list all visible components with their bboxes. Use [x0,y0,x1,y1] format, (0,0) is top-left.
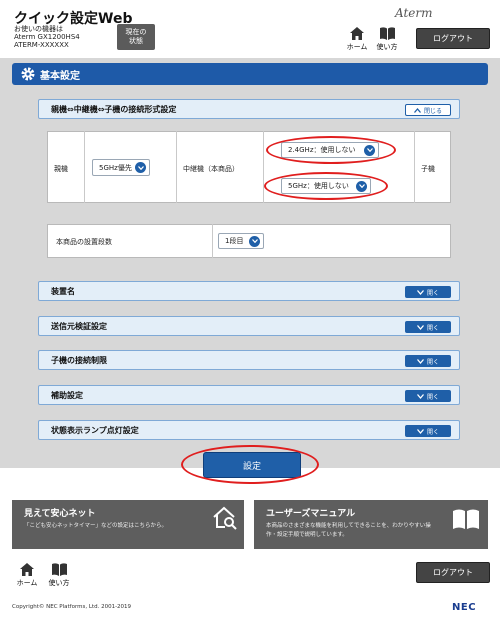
child-label: 子機 [421,165,435,173]
home-button[interactable]: ホーム [344,26,370,52]
footer-help-button[interactable]: 使い方 [46,562,72,588]
highlight-circle [181,445,319,484]
highlight-circle [266,136,396,164]
house-search-icon [213,506,237,530]
open-section-button[interactable]: 開く [405,390,451,402]
divider [212,224,213,258]
mieru-anshin-net-link[interactable]: 見えて安心ネット 「こども安心ネットタイマー」などの設定はこちらから。 [12,500,244,549]
users-manual-link[interactable]: ユーザーズマニュアル 本商品のさまざまな機能を利用してできることを、わかりやすい… [254,500,488,549]
device-name-section[interactable]: 装置名 開く [38,281,460,301]
lamp-setting-section[interactable]: 状態表示ランプ点灯設定 開く [38,420,460,440]
footer-home-button[interactable]: ホーム [14,562,40,588]
gear-icon [21,67,35,81]
open-section-button[interactable]: 開く [405,286,451,298]
divider [414,131,415,203]
parent-label: 親機 [54,165,68,173]
stages-select[interactable]: 1段目 [218,233,264,249]
logout-button[interactable]: ログアウト [416,28,490,49]
device-id: ATERM-XXXXXX [14,41,69,49]
chevron-down-icon [416,289,424,295]
divider [84,131,85,203]
open-book-icon [453,509,479,529]
chevron-down-icon [416,428,424,434]
stages-label: 本商品の設置段数 [56,238,112,246]
connection-section-title: 親機⇔中継機⇔子機の接続形式設定 [51,105,177,114]
home-icon [350,27,364,40]
home-icon [20,563,34,576]
copyright-text: Copyright© NEC Platforms, Ltd. 2001-2019 [12,604,132,610]
parent-band-select[interactable]: 5GHz優先 [92,159,150,176]
source-verify-section[interactable]: 送信元検証設定 開く [38,316,460,336]
chevron-down-icon [135,162,146,173]
chevron-down-icon [416,358,424,364]
page-title: 基本設定 [40,70,80,82]
settings-panel [0,58,500,468]
aterm-logo: Aterm [395,6,433,20]
close-section-button[interactable]: 閉じる [405,104,451,116]
chevron-down-icon [249,235,260,247]
chevron-down-icon [416,324,424,330]
book-icon [51,563,67,576]
book-icon [379,27,395,40]
open-section-button[interactable]: 開く [405,425,451,437]
open-section-button[interactable]: 開く [405,321,451,333]
relay-label: 中継機（本商品） [183,165,239,173]
nec-logo: NEC [452,602,477,613]
divider [263,131,264,203]
footer-logout-button[interactable]: ログアウト [416,562,490,583]
chevron-up-icon [413,107,421,113]
page-title-bar: 基本設定 [12,63,488,85]
current-status-button[interactable]: 現在の状態 [117,24,155,50]
help-button[interactable]: 使い方 [374,26,400,52]
open-section-button[interactable]: 開く [405,355,451,367]
connection-section-header: 親機⇔中継機⇔子機の接続形式設定 閉じる [38,99,460,119]
chevron-down-icon [416,393,424,399]
highlight-circle [264,172,388,200]
divider [176,131,177,203]
client-restriction-section[interactable]: 子機の接続制限 開く [38,350,460,370]
auxiliary-section[interactable]: 補助設定 開く [38,385,460,405]
